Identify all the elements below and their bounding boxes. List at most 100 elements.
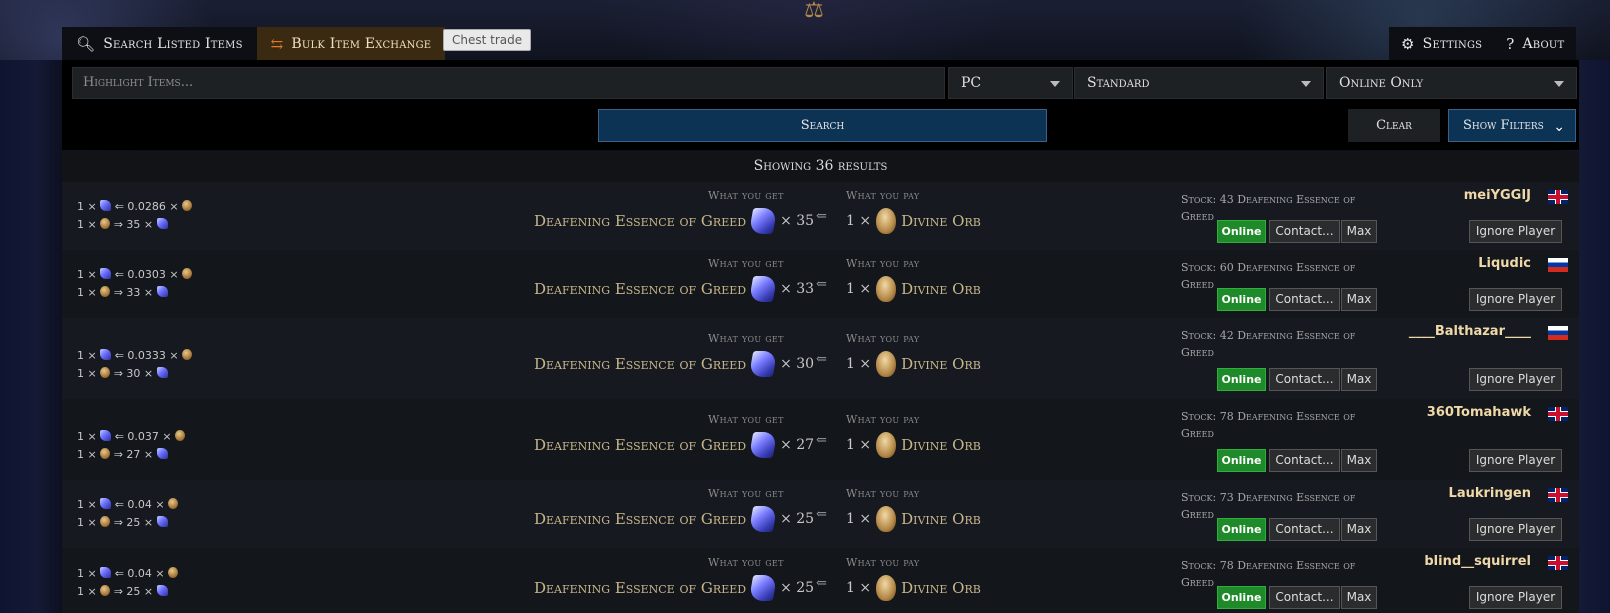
ignore-player-button[interactable]: Ignore Player xyxy=(1469,449,1562,472)
ratio-qty: 1 × xyxy=(77,585,101,598)
ratio-line-2: 1 × ⇒ 25 × xyxy=(77,583,178,601)
max-button[interactable]: Max xyxy=(1341,449,1377,472)
essence-icon xyxy=(156,286,168,297)
ratio-line-1: 1 × ⇐ 0.0303 × xyxy=(77,266,193,284)
chevron-down-icon xyxy=(1554,81,1564,87)
results-count: Showing 36 results xyxy=(62,151,1579,182)
tab-search-listed-items[interactable]: 🔍︎ Search Listed Items xyxy=(62,27,257,60)
ratio-line-2: 1 × ⇒ 27 × xyxy=(77,446,185,464)
seller-name[interactable]: ____Balthazar____ xyxy=(1409,324,1531,339)
essence-icon xyxy=(748,575,778,601)
search-icon: 🔍︎ xyxy=(76,34,96,53)
ratio-qty: 1 × xyxy=(77,516,101,529)
ratio-line-2: 1 × ⇒ 35 × xyxy=(77,216,192,234)
exchange-arrow-icon: ⇐ xyxy=(816,209,827,224)
contact-button[interactable]: Contact... xyxy=(1269,288,1340,311)
about-link[interactable]: ? About xyxy=(1494,27,1576,60)
get-quantity: × 25 xyxy=(780,511,815,527)
seller-name[interactable]: Laukringen xyxy=(1449,486,1531,501)
ratio-line-1: 1 × ⇐ 0.0286 × xyxy=(77,198,193,216)
divine-orb-icon xyxy=(175,430,186,441)
show-filters-label: Show Filters xyxy=(1463,118,1544,133)
listing-row: 1 × ⇐ 0.037 × 1 × ⇒ 27 × What you get Wh… xyxy=(62,399,1579,480)
pay-quantity: 1 × xyxy=(846,356,872,372)
ratio-price: ⇐ 0.0303 × xyxy=(111,268,183,281)
settings-link[interactable]: ⚙ Settings xyxy=(1389,27,1494,60)
max-button[interactable]: Max xyxy=(1341,368,1377,391)
chest-trade-button[interactable]: Chest trade xyxy=(443,29,532,51)
contact-button[interactable]: Contact... xyxy=(1269,220,1340,243)
online-status-badge: Online xyxy=(1217,220,1266,243)
divine-orb-icon xyxy=(100,448,111,459)
exchange-ratio: 1 × ⇐ 0.037 × 1 × ⇒ 27 × xyxy=(77,428,186,464)
show-filters-button[interactable]: Show Filters ⌄ xyxy=(1448,109,1576,142)
scales-logo-icon: ⚖ xyxy=(804,0,824,23)
divine-orb-icon xyxy=(876,208,897,234)
tab-bulk-item-exchange[interactable]: ⇆ Bulk Item Exchange xyxy=(256,27,446,60)
max-button[interactable]: Max xyxy=(1341,586,1377,609)
ratio-price: ⇐ 0.04 × xyxy=(111,567,169,580)
contact-button[interactable]: Contact... xyxy=(1269,518,1340,541)
ignore-player-button[interactable]: Ignore Player xyxy=(1469,288,1562,311)
divine-orb-icon xyxy=(100,367,111,378)
seller-name[interactable]: blind__squirrel xyxy=(1424,554,1531,569)
clear-button[interactable]: Clear xyxy=(1348,109,1440,142)
ratio-yield: ⇒ 33 × xyxy=(110,286,157,299)
ratio-qty: 1 × xyxy=(77,367,101,380)
ignore-player-button[interactable]: Ignore Player xyxy=(1469,586,1562,609)
ratio-qty: 1 × xyxy=(77,448,101,461)
pay-item: 1 × Divine Orb xyxy=(846,208,981,234)
ignore-player-button[interactable]: Ignore Player xyxy=(1469,368,1562,391)
pay-quantity: 1 × xyxy=(846,437,872,453)
get-item: Deafening Essence of Greed × 25 xyxy=(534,575,814,601)
essence-icon xyxy=(100,430,112,441)
what-you-get-label: What you get xyxy=(708,257,784,270)
get-quantity: × 35 xyxy=(780,213,815,229)
exchange-ratio: 1 × ⇐ 0.04 × 1 × ⇒ 25 × xyxy=(77,565,179,601)
listing-row: 1 × ⇐ 0.0303 × 1 × ⇒ 33 × What you get W… xyxy=(62,250,1579,318)
max-button[interactable]: Max xyxy=(1341,518,1377,541)
ratio-price: ⇐ 0.037 × xyxy=(111,430,176,443)
ratio-qty: 1 × xyxy=(77,349,101,362)
highlight-items-input[interactable]: Highlight Items... xyxy=(72,67,945,99)
ignore-player-button[interactable]: Ignore Player xyxy=(1469,220,1562,243)
contact-button[interactable]: Contact... xyxy=(1269,586,1340,609)
essence-icon xyxy=(748,506,778,532)
chevron-down-icon: ⌄ xyxy=(1553,119,1565,135)
ratio-yield: ⇒ 35 × xyxy=(110,218,157,231)
uk-flag-icon xyxy=(1548,556,1568,570)
about-label: About xyxy=(1522,35,1565,52)
seller-name[interactable]: meiYGGIJ xyxy=(1464,188,1531,203)
essence-icon xyxy=(748,208,778,234)
russia-flag-icon xyxy=(1548,258,1568,272)
max-button[interactable]: Max xyxy=(1341,220,1377,243)
status-select[interactable]: Online Only xyxy=(1326,67,1577,99)
exchange-arrow-icon: ⇐ xyxy=(816,277,827,292)
get-item: Deafening Essence of Greed × 27 xyxy=(534,432,814,458)
question-icon: ? xyxy=(1506,34,1515,53)
max-button[interactable]: Max xyxy=(1341,288,1377,311)
get-item-name: Deafening Essence of Greed xyxy=(534,579,747,597)
seller-name[interactable]: 360Tomahawk xyxy=(1427,405,1531,420)
exchange-arrow-icon: ⇐ xyxy=(816,433,827,448)
ratio-yield: ⇒ 25 × xyxy=(110,585,157,598)
contact-button[interactable]: Contact... xyxy=(1269,449,1340,472)
pay-quantity: 1 × xyxy=(846,281,872,297)
platform-select[interactable]: PC xyxy=(948,67,1073,99)
divine-orb-icon xyxy=(876,351,897,377)
search-button[interactable]: Search xyxy=(598,109,1047,142)
seller-name[interactable]: Liqudic xyxy=(1478,256,1531,271)
listing-row: 1 × ⇐ 0.0286 × 1 × ⇒ 35 × What you get W… xyxy=(62,182,1579,250)
uk-flag-icon xyxy=(1548,407,1568,421)
what-you-get-label: What you get xyxy=(708,189,784,202)
essence-icon xyxy=(748,351,778,377)
divine-orb-icon xyxy=(876,575,897,601)
stock-info: Stock: 42 Deafening Essence of Greed xyxy=(1181,329,1356,359)
tab-search-label: Search Listed Items xyxy=(103,35,243,52)
contact-button[interactable]: Contact... xyxy=(1269,368,1340,391)
pay-item: 1 × Divine Orb xyxy=(846,575,981,601)
ratio-qty: 1 × xyxy=(77,430,101,443)
what-you-get-label: What you get xyxy=(708,487,784,500)
league-select[interactable]: Standard xyxy=(1074,67,1324,99)
ignore-player-button[interactable]: Ignore Player xyxy=(1469,518,1562,541)
